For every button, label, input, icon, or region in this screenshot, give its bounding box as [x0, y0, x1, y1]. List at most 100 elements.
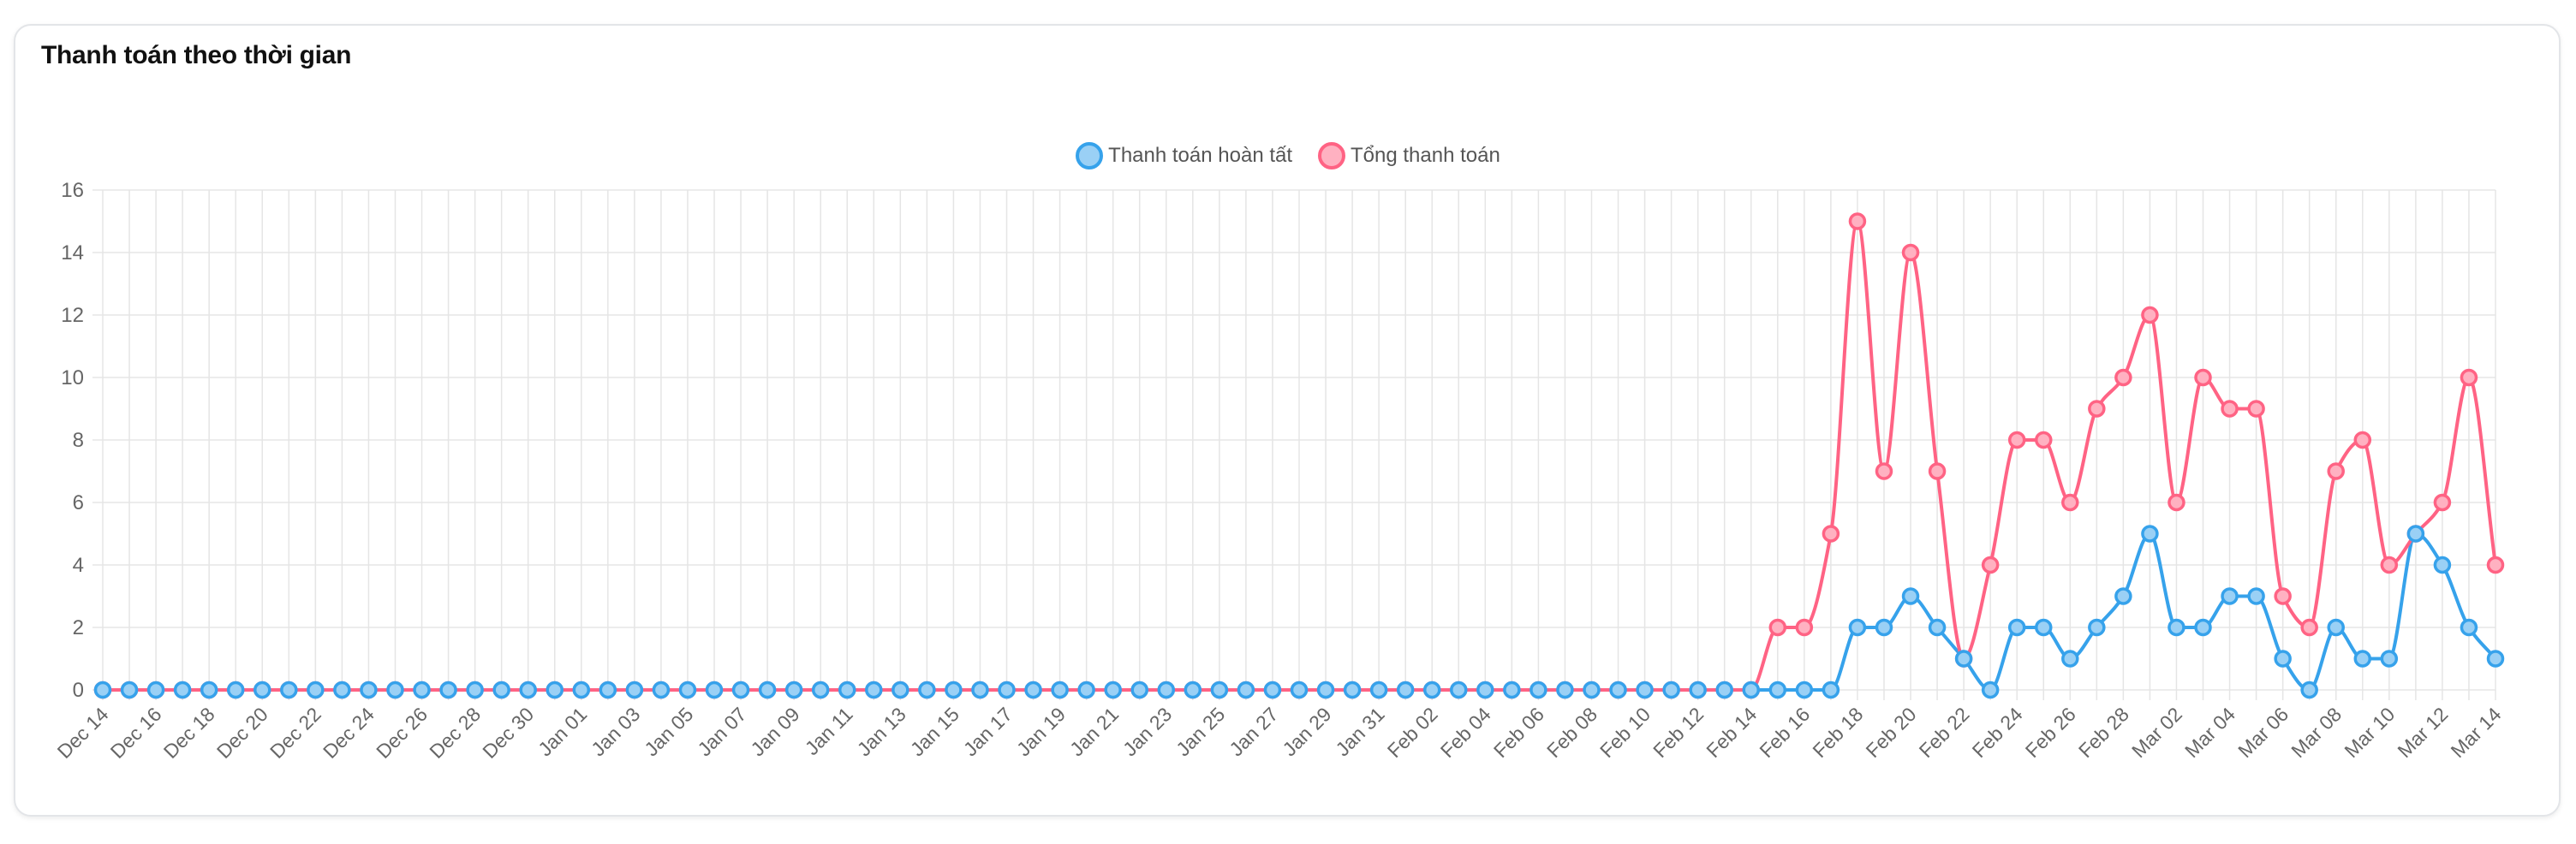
x-tick-label: Feb 28 [2074, 703, 2133, 762]
data-point-series-1 [1848, 212, 1867, 230]
data-point-series-0 [945, 681, 963, 699]
x-tick-label: Jan 01 [534, 703, 591, 760]
data-point-series-0 [546, 681, 564, 699]
data-point-series-1 [2088, 400, 2106, 418]
x-tick-label: Jan 21 [1065, 703, 1123, 760]
data-point-series-1 [2168, 493, 2185, 512]
data-point-series-1 [2433, 493, 2452, 512]
data-point-series-0 [280, 681, 298, 699]
data-point-series-0 [2221, 587, 2239, 605]
data-point-series-0 [1104, 681, 1122, 699]
data-point-series-0 [173, 681, 192, 699]
data-point-series-1 [2327, 462, 2345, 480]
data-point-series-0 [1316, 681, 1335, 699]
x-tick-label: Jan 25 [1172, 703, 1229, 760]
data-point-series-0 [1875, 618, 1893, 637]
data-point-series-1 [2300, 618, 2318, 637]
data-point-series-0 [1822, 681, 1840, 699]
x-tick-label: Feb 18 [1808, 703, 1867, 762]
data-point-series-0 [1795, 681, 1814, 699]
data-point-series-0 [1237, 681, 1255, 699]
data-point-series-0 [2034, 618, 2053, 637]
data-point-series-0 [678, 681, 697, 699]
data-point-series-0 [1742, 681, 1761, 699]
data-point-series-0 [1901, 587, 1920, 605]
x-tick-label: Dec 28 [425, 703, 485, 763]
data-point-series-1 [2353, 431, 2372, 449]
y-tick-label: 10 [61, 366, 84, 389]
x-tick-label: Feb 22 [1915, 703, 1974, 762]
data-point-series-1 [2007, 431, 2026, 449]
x-tick-label: Jan 13 [853, 703, 910, 760]
data-point-series-0 [333, 681, 351, 699]
data-point-series-0 [226, 681, 245, 699]
x-tick-label: Jan 19 [1012, 703, 1070, 760]
data-point-series-1 [2034, 431, 2053, 449]
x-tick-label: Dec 26 [372, 703, 432, 763]
data-point-series-0 [307, 681, 325, 699]
data-point-series-0 [572, 681, 591, 699]
x-tick-label: Jan 15 [906, 703, 963, 760]
x-tick-label: Feb 24 [1968, 703, 2027, 762]
data-point-series-0 [1476, 681, 1494, 699]
data-point-series-0 [1583, 681, 1601, 699]
data-point-series-0 [891, 681, 909, 699]
data-point-series-0 [971, 681, 989, 699]
x-tick-label: Feb 06 [1489, 703, 1548, 762]
data-point-series-0 [918, 681, 936, 699]
data-point-series-0 [1848, 618, 1867, 637]
data-point-series-0 [253, 681, 271, 699]
data-point-series-0 [146, 681, 165, 699]
data-point-series-0 [1928, 618, 1947, 637]
data-point-series-1 [2460, 368, 2478, 387]
x-tick-label: Feb 02 [1383, 703, 1442, 762]
data-point-series-0 [1290, 681, 1309, 699]
data-point-series-0 [439, 681, 457, 699]
x-tick-label: Dec 14 [53, 703, 113, 763]
x-tick-label: Mar 10 [2340, 703, 2399, 762]
data-point-series-0 [2114, 587, 2132, 605]
data-point-series-1 [1875, 462, 1893, 480]
data-point-series-0 [200, 681, 218, 699]
data-point-series-0 [2433, 556, 2452, 574]
data-point-series-1 [1768, 618, 1787, 637]
data-point-series-0 [1981, 681, 2000, 699]
data-point-series-0 [2380, 650, 2399, 668]
x-tick-label: Jan 03 [587, 703, 644, 760]
data-point-series-0 [1184, 681, 1202, 699]
data-point-series-0 [1157, 681, 1176, 699]
data-point-series-0 [731, 681, 750, 699]
data-point-series-1 [2114, 368, 2132, 387]
x-tick-label: Dec 18 [159, 703, 219, 763]
x-tick-label: Mar 02 [2127, 703, 2186, 762]
y-tick-label: 14 [61, 241, 84, 264]
data-point-series-0 [2274, 650, 2292, 668]
y-tick-label: 6 [73, 491, 84, 514]
data-point-series-0 [811, 681, 830, 699]
x-tick-label: Jan 05 [640, 703, 697, 760]
data-point-series-0 [2141, 525, 2159, 543]
data-point-series-0 [599, 681, 617, 699]
x-tick-label: Jan 07 [693, 703, 750, 760]
x-tick-label: Mar 08 [2287, 703, 2346, 762]
data-point-series-1 [1928, 462, 1947, 480]
x-tick-label: Mar 12 [2393, 703, 2452, 762]
data-point-series-0 [1369, 681, 1388, 699]
x-tick-label: Dec 22 [265, 703, 325, 763]
x-tick-label: Dec 30 [478, 703, 538, 763]
x-tick-label: Jan 11 [801, 703, 857, 759]
data-point-series-0 [2007, 618, 2026, 637]
y-tick-label: 12 [61, 304, 84, 327]
data-point-series-1 [1795, 618, 1814, 637]
data-point-series-1 [2061, 493, 2079, 512]
x-tick-label: Jan 09 [746, 703, 803, 760]
data-point-series-0 [1609, 681, 1627, 699]
x-tick-label: Feb 26 [2021, 703, 2080, 762]
x-tick-label: Mar 04 [2180, 703, 2239, 762]
x-tick-label: Jan 27 [1225, 703, 1282, 760]
data-point-series-0 [2088, 618, 2106, 637]
data-point-series-0 [1024, 681, 1042, 699]
x-tick-label: Jan 23 [1118, 703, 1176, 760]
data-point-series-0 [2353, 650, 2372, 668]
x-tick-label: Feb 10 [1595, 703, 1655, 762]
